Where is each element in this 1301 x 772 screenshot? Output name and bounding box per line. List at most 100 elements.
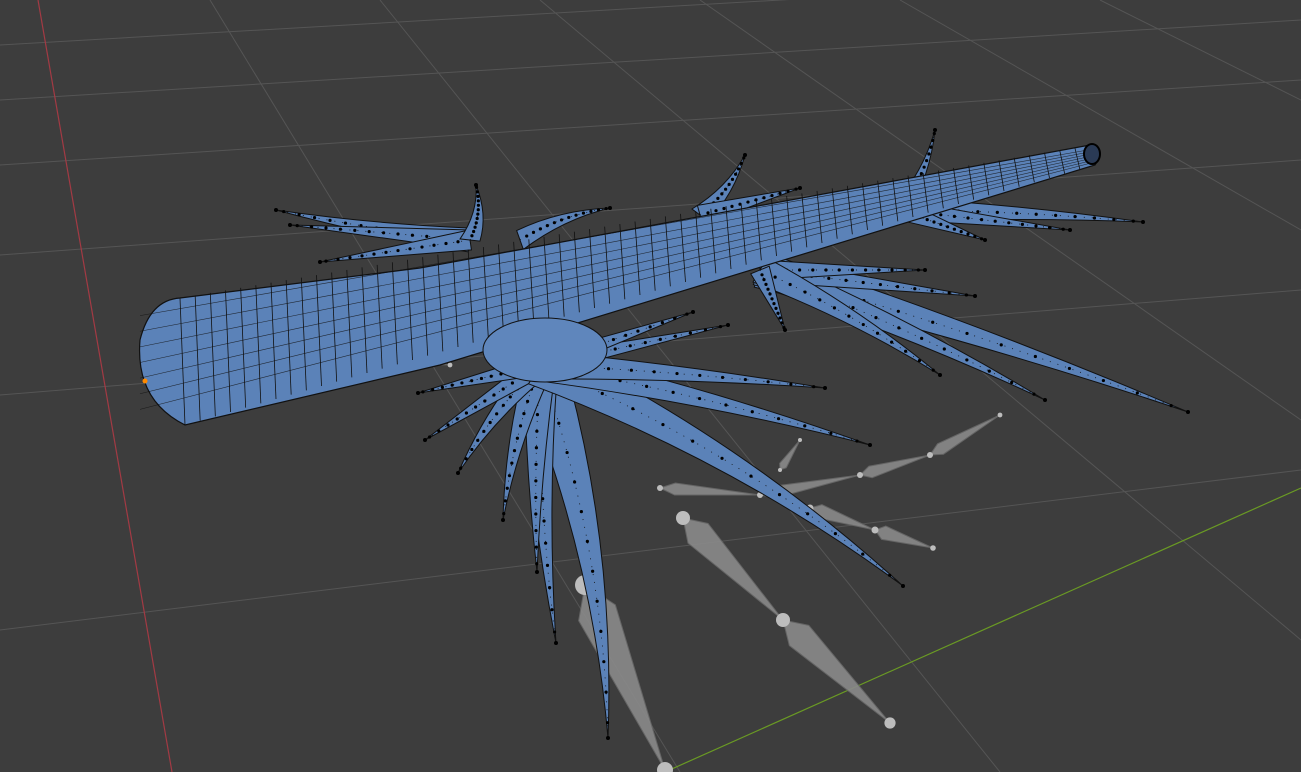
vertex[interactable] — [673, 316, 677, 320]
vertex[interactable] — [993, 219, 997, 223]
vertex[interactable] — [512, 449, 517, 453]
vertex[interactable] — [396, 232, 400, 236]
vertex[interactable] — [425, 234, 429, 238]
vertex[interactable] — [714, 209, 718, 213]
vertex[interactable] — [545, 224, 549, 228]
vertex[interactable] — [473, 225, 477, 229]
vertex[interactable] — [861, 280, 865, 285]
vertex[interactable] — [408, 247, 412, 251]
vertex[interactable] — [534, 545, 538, 549]
vertex[interactable] — [777, 493, 782, 497]
vertex[interactable] — [444, 241, 448, 246]
vertex[interactable] — [573, 480, 577, 484]
vertex[interactable] — [923, 268, 927, 272]
vertex[interactable] — [966, 216, 970, 220]
vertex[interactable] — [939, 222, 943, 226]
vertex[interactable] — [1015, 211, 1019, 215]
vertex[interactable] — [925, 218, 929, 222]
vertex[interactable] — [766, 287, 770, 291]
vertex[interactable] — [606, 736, 610, 740]
vertex[interactable] — [658, 337, 662, 341]
vertex[interactable] — [890, 340, 894, 344]
vertex[interactable] — [472, 229, 476, 234]
vertex[interactable] — [766, 380, 770, 384]
vertex[interactable] — [794, 187, 798, 191]
vertex[interactable] — [1061, 227, 1065, 231]
vertex[interactable] — [798, 268, 802, 272]
vertex[interactable] — [703, 328, 708, 332]
vertex[interactable] — [613, 347, 617, 351]
vertex[interactable] — [987, 369, 991, 373]
vertex[interactable] — [901, 584, 905, 588]
vertex[interactable] — [432, 243, 436, 247]
vertex[interactable] — [535, 570, 539, 574]
vertex[interactable] — [829, 431, 833, 435]
bone-head[interactable] — [871, 526, 879, 534]
vertex[interactable] — [295, 224, 299, 228]
vertex[interactable] — [502, 512, 506, 516]
vertex[interactable] — [534, 528, 538, 533]
vertex[interactable] — [931, 138, 935, 143]
vertex[interactable] — [976, 210, 980, 214]
vertex[interactable] — [868, 443, 872, 447]
vertex[interactable] — [661, 422, 665, 427]
vertex[interactable] — [896, 285, 900, 289]
vertex[interactable] — [416, 391, 420, 395]
vertex[interactable] — [837, 268, 841, 272]
vertex[interactable] — [476, 212, 480, 216]
vertex[interactable] — [783, 328, 787, 332]
vertex[interactable] — [535, 429, 539, 433]
vertex[interactable] — [833, 532, 837, 536]
vertex[interactable] — [554, 641, 558, 645]
vertex[interactable] — [875, 331, 880, 335]
vertex[interactable] — [1033, 354, 1037, 359]
vertex[interactable] — [980, 218, 984, 222]
vertex[interactable] — [1141, 220, 1145, 224]
vertex[interactable] — [606, 367, 611, 371]
vertex[interactable] — [904, 349, 908, 353]
vertex[interactable] — [440, 385, 444, 389]
vertex[interactable] — [510, 461, 514, 465]
vertex[interactable] — [965, 331, 969, 336]
vertex[interactable] — [930, 289, 934, 293]
vertex[interactable] — [459, 466, 463, 470]
vertex[interactable] — [1032, 392, 1036, 396]
vertex[interactable] — [1010, 380, 1014, 385]
vertex[interactable] — [730, 204, 734, 208]
vertex[interactable] — [470, 234, 474, 238]
vertex[interactable] — [939, 213, 943, 217]
vertex[interactable] — [724, 403, 728, 407]
vertex[interactable] — [855, 439, 859, 443]
vertex[interactable] — [746, 200, 750, 204]
vertex[interactable] — [919, 172, 923, 176]
vertex[interactable] — [421, 390, 425, 394]
vertex[interactable] — [931, 368, 935, 372]
vertex[interactable] — [475, 190, 479, 194]
vertex[interactable] — [552, 630, 557, 634]
vertex[interactable] — [548, 585, 552, 590]
vertex[interactable] — [476, 199, 480, 203]
vertex[interactable] — [660, 321, 665, 325]
vertex[interactable] — [803, 424, 807, 428]
vertex[interactable] — [942, 347, 946, 351]
vertex[interactable] — [534, 462, 538, 466]
vertex[interactable] — [474, 183, 478, 187]
vertex[interactable] — [723, 187, 728, 191]
vertex[interactable] — [545, 563, 550, 567]
vertex[interactable] — [698, 373, 702, 378]
vertex[interactable] — [980, 237, 984, 241]
vertex[interactable] — [896, 309, 900, 313]
vertex[interactable] — [780, 321, 784, 325]
vertex[interactable] — [476, 203, 481, 207]
vertex[interactable] — [706, 211, 710, 215]
vertex[interactable] — [460, 381, 464, 385]
vertex[interactable] — [456, 471, 460, 475]
vertex[interactable] — [643, 341, 647, 345]
vertex[interactable] — [525, 234, 529, 238]
vertex[interactable] — [348, 256, 352, 260]
vertex[interactable] — [343, 221, 348, 225]
vertex[interactable] — [1034, 212, 1038, 216]
vertex[interactable] — [324, 259, 328, 263]
vertex[interactable] — [522, 411, 526, 416]
vertex[interactable] — [932, 131, 936, 136]
